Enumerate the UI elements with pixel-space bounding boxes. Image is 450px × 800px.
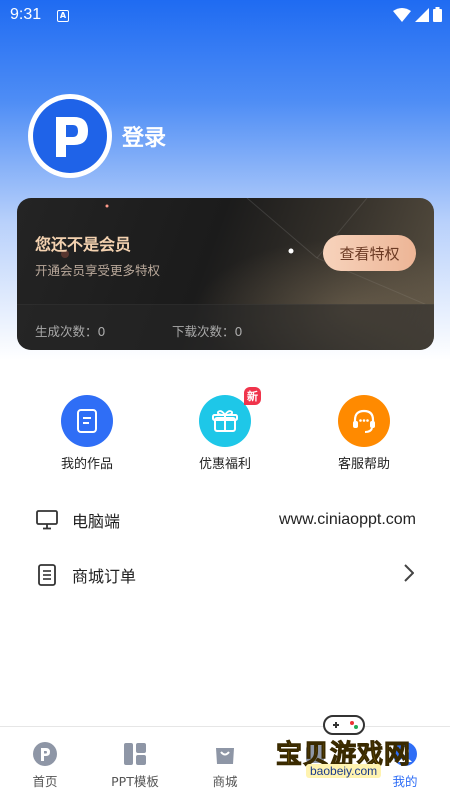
customer-service-button[interactable]: 客服帮助 xyxy=(304,395,424,472)
chevron-right-icon xyxy=(404,564,415,586)
p-logo-icon xyxy=(33,99,107,173)
new-badge: 新 xyxy=(244,387,261,405)
my-works-label: 我的作品 xyxy=(60,457,113,472)
gift-icon xyxy=(212,410,238,432)
status-bar: 9:31 A xyxy=(0,0,450,32)
wifi-icon xyxy=(393,7,411,22)
nav-shop[interactable]: 商城 xyxy=(180,741,270,790)
headset-icon xyxy=(353,409,375,433)
view-privileges-button[interactable]: 查看特权 xyxy=(323,235,416,271)
my-works-icon-circle xyxy=(61,395,113,447)
vip-card: 您还不是会员 开通会员享受更多特权 查看特权 生成次数：0 下载次数：0 xyxy=(17,198,434,350)
order-list-icon xyxy=(36,564,58,586)
vip-stats: 生成次数：0 下载次数：0 xyxy=(17,304,434,350)
vip-title: 您还不是会员 xyxy=(35,235,132,254)
download-count: 下载次数：0 xyxy=(172,324,243,339)
customer-service-icon-circle xyxy=(338,395,390,447)
avatar[interactable] xyxy=(28,94,112,178)
watermark-url: baobeiy.com xyxy=(306,764,382,778)
nav-home-label: 首页 xyxy=(32,774,58,789)
signal-icon xyxy=(415,7,429,22)
benefits-button[interactable]: 新 优惠福利 xyxy=(165,387,285,472)
nav-ppt-templates[interactable]: PPT模板 xyxy=(90,741,180,790)
nav-shop-label: 商城 xyxy=(212,774,238,789)
template-icon xyxy=(122,741,148,767)
home-p-icon xyxy=(32,741,58,767)
benefits-label: 优惠福利 xyxy=(198,457,251,472)
watermark: 宝贝游戏网 baobeiy.com xyxy=(272,706,422,786)
document-icon xyxy=(77,409,97,433)
shop-bag-icon xyxy=(212,741,238,767)
pc-site-label: 电脑端 xyxy=(72,512,121,531)
pc-site-url[interactable]: www.ciniaoppt.com xyxy=(279,511,416,529)
battery-icon xyxy=(433,7,442,22)
status-time: 9:31 xyxy=(10,6,42,23)
login-link[interactable]: 登录 xyxy=(122,120,166,152)
pc-site-row[interactable]: 电脑端 www.ciniaoppt.com xyxy=(36,505,416,535)
generate-count: 生成次数：0 xyxy=(35,324,106,339)
my-works-button[interactable]: 我的作品 xyxy=(27,395,147,472)
shop-orders-row[interactable]: 商城订单 xyxy=(36,560,416,590)
nav-home[interactable]: 首页 xyxy=(0,741,90,790)
vip-subtitle: 开通会员享受更多特权 xyxy=(35,263,161,278)
notification-a-icon: A xyxy=(57,10,69,22)
benefits-icon-circle: 新 xyxy=(199,387,261,447)
shop-orders-label: 商城订单 xyxy=(72,567,137,586)
nav-ppt-templates-label: PPT模板 xyxy=(111,774,159,789)
monitor-icon xyxy=(36,509,58,531)
customer-service-label: 客服帮助 xyxy=(337,457,390,472)
status-icons xyxy=(393,7,442,22)
